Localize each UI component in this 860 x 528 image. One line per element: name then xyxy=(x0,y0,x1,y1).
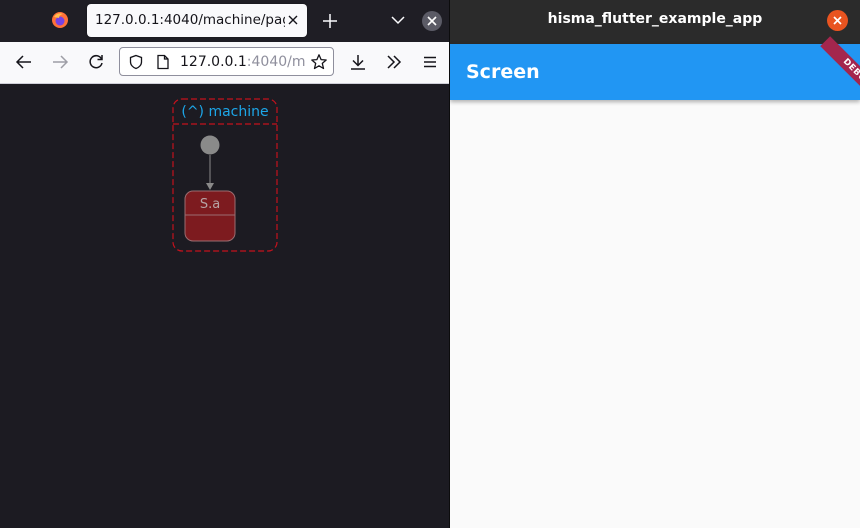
shield-icon[interactable] xyxy=(128,54,144,70)
url-bar[interactable]: 127.0.0.1:4040/m xyxy=(119,47,334,76)
new-tab-plus-icon[interactable] xyxy=(319,10,341,32)
tab-title: 127.0.0.1:4040/machine/page xyxy=(95,12,285,28)
close-icon xyxy=(427,16,437,26)
initial-state-node[interactable] xyxy=(200,135,220,155)
overflow-chevrons-right-icon[interactable] xyxy=(384,52,404,72)
bookmark-star-icon[interactable] xyxy=(310,53,328,71)
firefox-logo-icon[interactable] xyxy=(51,11,69,29)
app-title-bar: hisma_flutter_example_app xyxy=(450,0,860,44)
tab-close-icon[interactable] xyxy=(285,12,301,28)
url-rest: :4040/m xyxy=(246,54,306,70)
browser-window: 127.0.0.1:4040/machine/page 127.0.0.1:40… xyxy=(0,0,450,528)
browser-nav-bar: 127.0.0.1:4040/m xyxy=(0,42,450,84)
page-icon[interactable] xyxy=(156,54,170,70)
flutter-app-window: hisma_flutter_example_app Screen DEBUG xyxy=(450,0,860,528)
url-host: 127.0.0.1 xyxy=(180,54,247,70)
state-machine-diagram: (^) machine S.a xyxy=(172,98,278,252)
browser-tab-bar: 127.0.0.1:4040/machine/page xyxy=(0,0,450,42)
transition-arrowhead xyxy=(206,183,214,190)
browser-window-close-button[interactable] xyxy=(422,11,442,31)
window-title: hisma_flutter_example_app xyxy=(547,11,763,27)
state-label: S.a xyxy=(200,197,220,212)
downloads-icon[interactable] xyxy=(348,52,368,72)
tab-list-chevron-down-icon[interactable] xyxy=(389,11,407,29)
close-icon xyxy=(833,16,842,25)
browser-content: (^) machine S.a xyxy=(0,84,450,528)
reload-icon[interactable] xyxy=(86,52,106,72)
app-close-button[interactable] xyxy=(827,10,848,31)
url-text[interactable]: 127.0.0.1:4040/m xyxy=(180,54,306,72)
appbar-title: Screen xyxy=(466,61,540,83)
forward-arrow-right-icon[interactable] xyxy=(50,52,70,72)
machine-label[interactable]: (^) machine xyxy=(181,104,268,120)
hamburger-menu-icon[interactable] xyxy=(420,52,440,72)
browser-tab[interactable]: 127.0.0.1:4040/machine/page xyxy=(87,4,307,37)
app-bar: Screen xyxy=(450,44,860,100)
back-arrow-left-icon[interactable] xyxy=(14,52,34,72)
